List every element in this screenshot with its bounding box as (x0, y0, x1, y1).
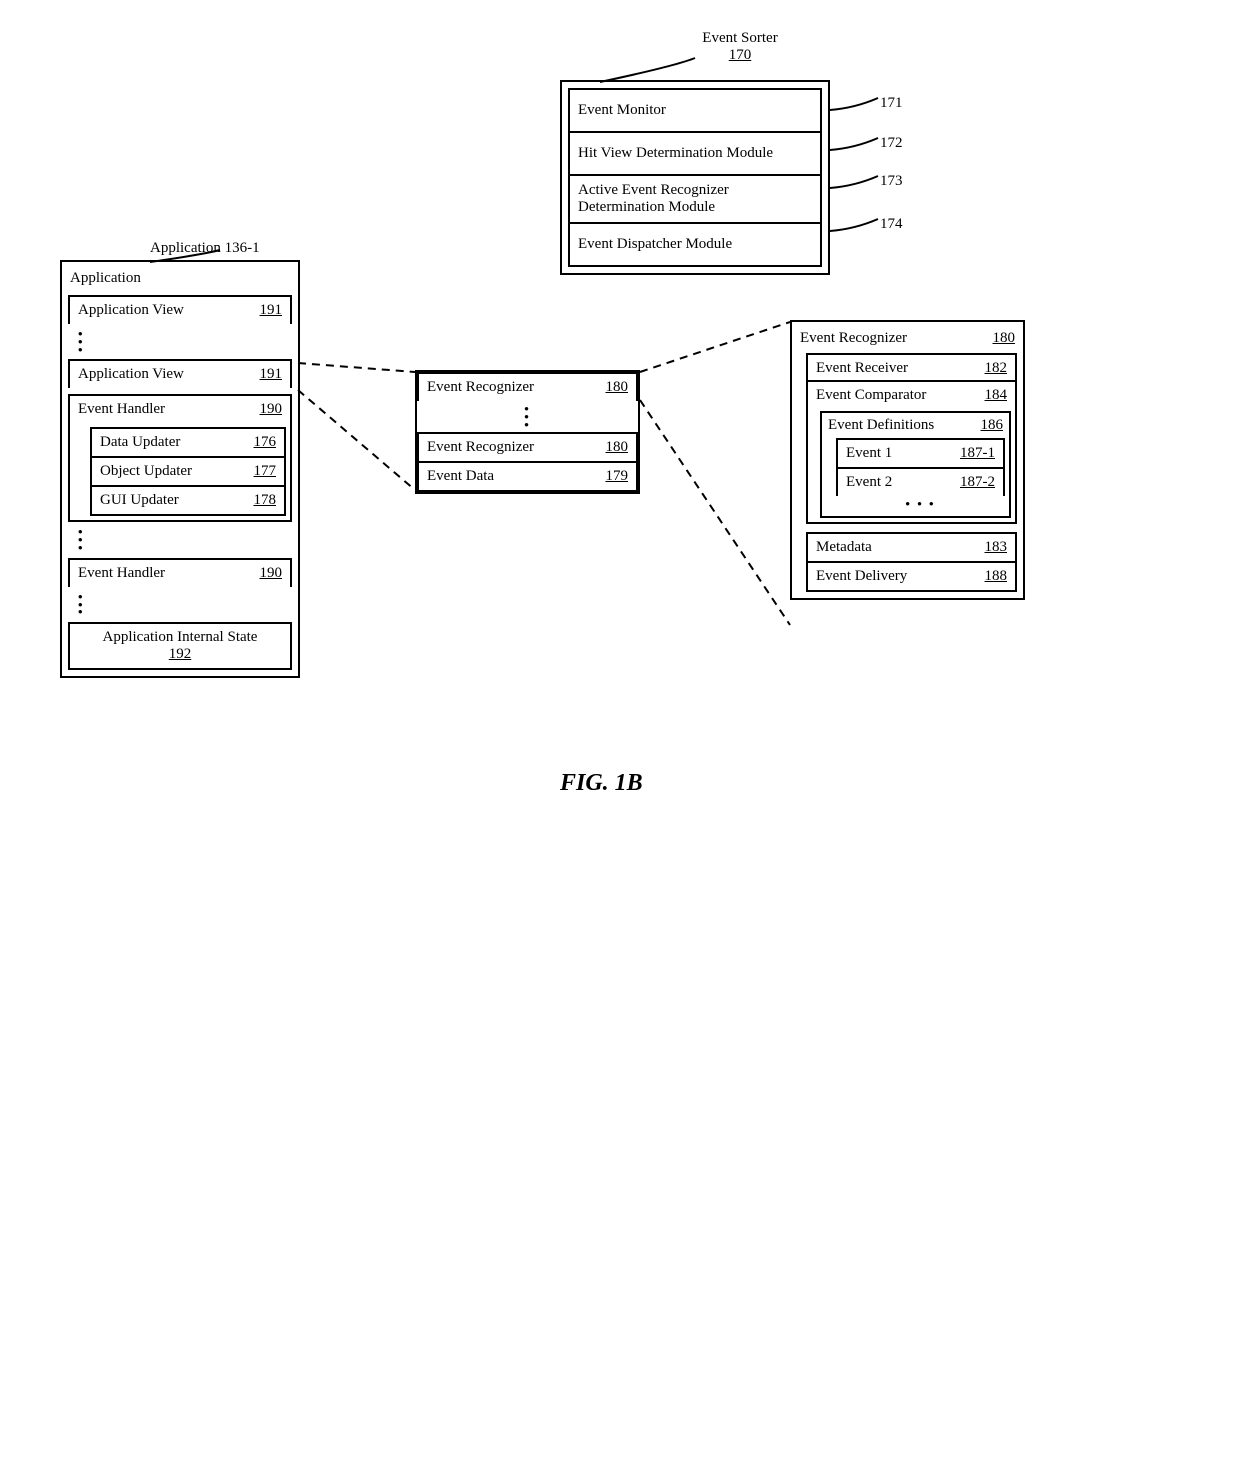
app-view-1-num: 191 (260, 302, 283, 319)
event-sorter-title: Event Sorter 170 (690, 30, 790, 64)
expand-rec1-num: 180 (606, 379, 629, 396)
dispatcher-label: Event Dispatcher Module (578, 236, 732, 253)
event-sorter-box: Event Monitor Hit View Determination Mod… (560, 80, 830, 275)
gui-updater-num: 178 (254, 492, 277, 509)
event-handler-1-label: Event Handler (78, 401, 165, 418)
event-receiver-label: Event Receiver (816, 360, 908, 377)
event-2-label: Event 2 (846, 474, 892, 491)
dots-2: ••• (68, 522, 292, 557)
dispatcher: Event Dispatcher Module (568, 222, 822, 267)
app-view-1-label: Application View (78, 302, 184, 319)
metadata-num: 183 (985, 539, 1008, 556)
event-1-num: 187-1 (960, 445, 995, 462)
application-header-label: Application (70, 270, 141, 287)
object-updater-label: Object Updater (100, 463, 192, 480)
event-definitions-label: Event Definitions (828, 417, 934, 434)
event-comparator: Event Comparator 184 (808, 382, 1015, 409)
hit-view: Hit View Determination Module (568, 131, 822, 174)
num-172: 172 (880, 135, 903, 152)
active-recognizer: Active Event Recognizer Determination Mo… (568, 174, 822, 222)
active-recognizer-label: Active Event Recognizer Determination Mo… (578, 182, 812, 216)
expand-data: Event Data 179 (417, 461, 638, 492)
object-updater-num: 177 (254, 463, 277, 480)
internal-state-num: 192 (169, 646, 192, 663)
event-handler-1: Event Handler 190 (70, 396, 290, 423)
expand-data-label: Event Data (427, 468, 494, 485)
dots-3: ••• (68, 587, 292, 622)
application-title: Application 136-1 (150, 240, 260, 257)
event-monitor-label: Event Monitor (578, 102, 666, 119)
event-handler-2: Event Handler 190 (68, 558, 292, 587)
event-handler-2-num: 190 (260, 565, 283, 582)
event-delivery-num: 188 (985, 568, 1008, 585)
event-comparator-label: Event Comparator (816, 387, 926, 404)
application-header: Application (62, 262, 298, 295)
metadata-label: Metadata (816, 539, 872, 556)
figure-label: FIG. 1B (560, 770, 643, 797)
expand-rec1-label: Event Recognizer (427, 379, 534, 396)
expand-rec1: Event Recognizer 180 (417, 372, 638, 401)
application-box: Application Application View 191 ••• App… (60, 260, 300, 678)
app-view-expand-box: Event Recognizer 180 ••• Event Recognize… (415, 370, 640, 494)
event-1: Event 1 187-1 (836, 438, 1005, 467)
recognizer-box: Event Recognizer 180 Event Receiver 182 … (790, 320, 1025, 600)
event-2: Event 2 187-2 (836, 467, 1005, 496)
recognizer-header: Event Recognizer 180 (792, 322, 1023, 349)
app-view-1: Application View 191 (68, 295, 292, 324)
num-171: 171 (880, 95, 903, 112)
event-receiver: Event Receiver 182 (806, 353, 1017, 382)
event-definitions-num: 186 (981, 417, 1004, 434)
expand-rec2: Event Recognizer 180 (417, 432, 638, 461)
event-2-num: 187-2 (960, 474, 995, 491)
num-174: 174 (880, 216, 903, 233)
app-view-2-label: Application View (78, 366, 184, 383)
event-handler-1-group: Event Handler 190 Data Updater 176 Objec… (68, 394, 292, 522)
gui-updater: GUI Updater 178 (90, 485, 286, 516)
expand-dots: ••• (415, 401, 640, 432)
expand-data-num: 179 (606, 468, 629, 485)
recognizer-header-num: 180 (993, 330, 1016, 347)
definitions-group: Event Definitions 186 Event 1 187-1 Even… (820, 411, 1011, 518)
app-view-2-num: 191 (260, 366, 283, 383)
event-receiver-num: 182 (985, 360, 1008, 377)
hit-view-label: Hit View Determination Module (578, 145, 773, 162)
metadata: Metadata 183 (806, 532, 1017, 561)
event-sorter-num: 170 (729, 47, 752, 63)
event-monitor: Event Monitor (568, 88, 822, 131)
data-updater-num: 176 (254, 434, 277, 451)
event-delivery: Event Delivery 188 (806, 561, 1017, 592)
comparator-group: Event Comparator 184 Event Definitions 1… (806, 380, 1017, 524)
expand-rec2-num: 180 (606, 439, 629, 456)
data-updater-label: Data Updater (100, 434, 180, 451)
app-view-2: Application View 191 (68, 359, 292, 388)
num-173: 173 (880, 173, 903, 190)
event-delivery-label: Event Delivery (816, 568, 907, 585)
dots-1: ••• (68, 324, 292, 359)
internal-state: Application Internal State 192 (68, 622, 292, 670)
event-definitions: Event Definitions 186 (822, 413, 1009, 438)
data-updater: Data Updater 176 (90, 427, 286, 456)
event-comparator-num: 184 (985, 387, 1008, 404)
gui-updater-label: GUI Updater (100, 492, 179, 509)
event-handler-2-label: Event Handler (78, 565, 165, 582)
event-handler-1-num: 190 (260, 401, 283, 418)
recognizer-header-label: Event Recognizer (800, 330, 907, 347)
object-updater: Object Updater 177 (90, 456, 286, 485)
event-dots: • • • (836, 496, 1005, 512)
event-sorter-label: Event Sorter (702, 30, 777, 46)
expand-rec2-label: Event Recognizer (427, 439, 534, 456)
internal-state-label: Application Internal State (103, 629, 258, 646)
event-1-label: Event 1 (846, 445, 892, 462)
